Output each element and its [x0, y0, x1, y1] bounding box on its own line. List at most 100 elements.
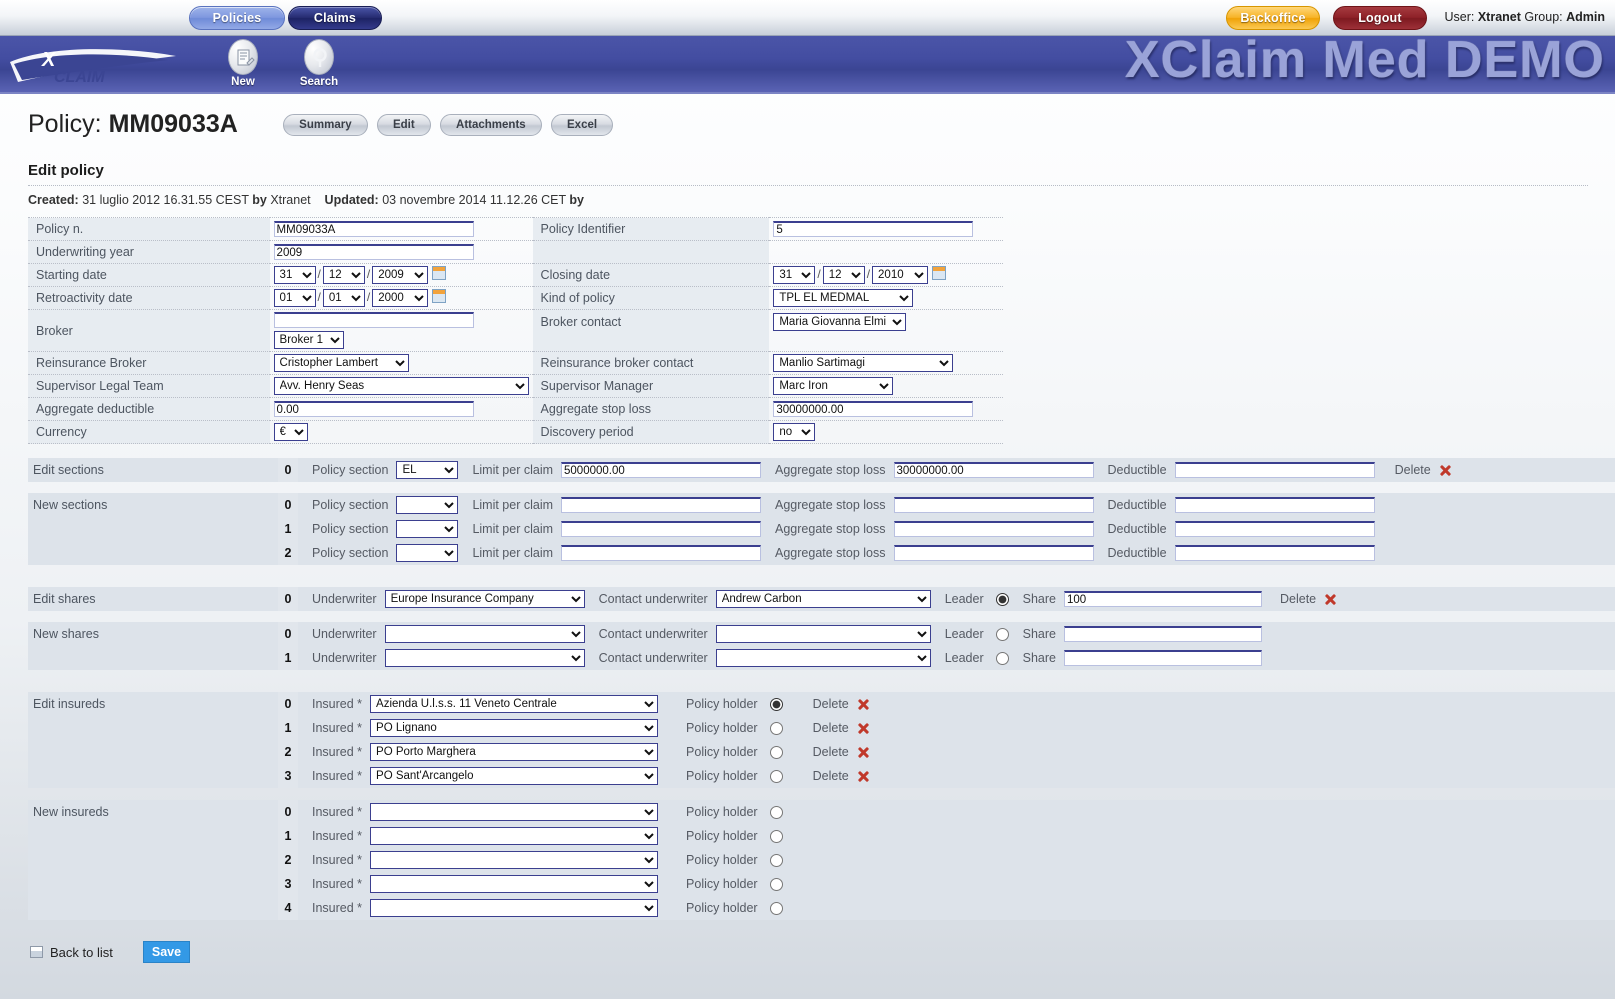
new-section-0-deductible[interactable] — [1174, 497, 1375, 513]
delete-icon[interactable] — [857, 698, 870, 711]
form-row-retroactivity-date: Retroactivity date 01/01/2000 Kind of po… — [28, 286, 1003, 310]
discovery-period-select[interactable]: no — [773, 423, 816, 441]
new-section-0-policy-section[interactable] — [396, 496, 459, 514]
starting-date-year[interactable]: 2009 — [372, 266, 429, 284]
edit-insured-3-holder-radio[interactable] — [769, 769, 783, 783]
delete-icon[interactable] — [1324, 593, 1337, 606]
delete-label[interactable]: Delete — [783, 697, 857, 711]
aggregate-stop-loss-input[interactable] — [773, 401, 974, 417]
tab-excel[interactable]: Excel — [551, 113, 614, 136]
edit-insured-0-holder-radio[interactable] — [769, 697, 783, 711]
delete-label[interactable]: Delete — [783, 745, 857, 759]
retroactivity-date-year[interactable]: 2000 — [372, 289, 429, 307]
starting-date-day[interactable]: 31 — [273, 266, 316, 284]
calendar-icon[interactable] — [432, 289, 447, 303]
closing-date-year[interactable]: 2010 — [872, 266, 929, 284]
policy-n-input[interactable] — [273, 221, 474, 237]
underwriting-year-input[interactable] — [273, 244, 474, 260]
edit-insured-1-holder-radio[interactable] — [769, 721, 783, 735]
new-insured-0-select[interactable] — [370, 803, 659, 821]
tab-policies[interactable]: Policies — [189, 6, 285, 30]
new-insured-0-holder-radio[interactable] — [769, 805, 783, 819]
new-section-2-policy-section[interactable] — [396, 544, 459, 562]
save-button[interactable]: Save — [142, 941, 191, 963]
edit-share-0-contact[interactable]: Andrew Carbon — [715, 590, 931, 608]
new-section-0-stoploss[interactable] — [893, 497, 1094, 513]
reinsurance-broker-contact-select[interactable]: Manlio Sartimagi — [773, 354, 954, 372]
broker-input[interactable] — [273, 312, 474, 328]
calendar-icon[interactable] — [432, 266, 447, 280]
new-insured-2-holder-radio[interactable] — [769, 853, 783, 867]
new-section-2-limit[interactable] — [561, 545, 762, 561]
label-insured: Insured * — [312, 697, 363, 711]
edit-insured-2-holder-radio[interactable] — [769, 745, 783, 759]
delete-icon[interactable] — [1439, 464, 1452, 477]
calendar-icon[interactable] — [932, 266, 947, 280]
new-section-1-deductible[interactable] — [1174, 521, 1375, 537]
reinsurance-broker-select[interactable]: Cristopher Lambert — [273, 354, 409, 372]
supervisor-manager-select[interactable]: Marc Iron — [773, 377, 894, 395]
backoffice-button[interactable]: Backoffice — [1226, 6, 1320, 30]
aggregate-deductible-input[interactable] — [273, 401, 474, 417]
delete-label[interactable]: Delete — [783, 721, 857, 735]
policy-identifier-input[interactable] — [773, 221, 974, 237]
delete-label[interactable]: Delete — [783, 769, 857, 783]
new-section-2-stoploss[interactable] — [893, 545, 1094, 561]
new-insured-3-holder-radio[interactable] — [769, 877, 783, 891]
new-section-2-deductible[interactable] — [1174, 545, 1375, 561]
edit-share-0-underwriter[interactable]: Europe Insurance Company — [384, 590, 585, 608]
closing-date-day[interactable]: 31 — [773, 266, 816, 284]
tab-claims[interactable]: Claims — [288, 6, 382, 30]
starting-date-month[interactable]: 12 — [322, 266, 365, 284]
delete-icon[interactable] — [857, 722, 870, 735]
tab-attachments[interactable]: Attachments — [440, 113, 542, 136]
retroactivity-date-month[interactable]: 01 — [322, 289, 365, 307]
label-share: Share — [1022, 627, 1056, 641]
new-insured-1-holder-radio[interactable] — [769, 829, 783, 843]
edit-section-0-limit[interactable] — [561, 462, 762, 478]
edit-insured-1-select[interactable]: PO Lignano — [370, 719, 659, 737]
edit-insured-0-select[interactable]: Azienda U.l.s.s. 11 Veneto Centrale — [370, 695, 659, 713]
new-section-0-limit[interactable] — [561, 497, 762, 513]
new-share-1-underwriter[interactable] — [384, 649, 585, 667]
new-share-1-share[interactable] — [1063, 650, 1262, 666]
tab-summary[interactable]: Summary — [283, 113, 368, 136]
logout-button[interactable]: Logout — [1333, 6, 1427, 30]
new-share-0-contact[interactable] — [715, 625, 931, 643]
new-share-1-contact[interactable] — [715, 649, 931, 667]
new-share-0-share[interactable] — [1063, 626, 1262, 642]
new-share-0-leader-radio[interactable] — [995, 627, 1009, 641]
supervisor-legal-team-select[interactable]: Avv. Henry Seas — [273, 377, 529, 395]
closing-date-month[interactable]: 12 — [822, 266, 865, 284]
back-to-list-link[interactable]: Back to list — [50, 945, 113, 960]
kind-of-policy-select[interactable]: TPL EL MEDMAL — [773, 289, 914, 307]
delete-label[interactable]: Delete — [1262, 592, 1324, 606]
new-insured-4-select[interactable] — [370, 899, 659, 917]
edit-section-0-deductible[interactable] — [1174, 462, 1375, 478]
new-section-1-policy-section[interactable] — [396, 520, 459, 538]
tab-edit[interactable]: Edit — [376, 113, 431, 136]
edit-share-0-share[interactable] — [1063, 591, 1262, 607]
new-insured-2-select[interactable] — [370, 851, 659, 869]
delete-icon[interactable] — [857, 746, 870, 759]
new-button[interactable]: New — [213, 39, 273, 88]
broker-contact-select[interactable]: Maria Giovanna Elmi — [773, 313, 907, 331]
new-share-1-leader-radio[interactable] — [995, 651, 1009, 665]
edit-insured-2-select[interactable]: PO Porto Marghera — [370, 743, 659, 761]
retroactivity-date-day[interactable]: 01 — [273, 289, 316, 307]
new-section-1-limit[interactable] — [561, 521, 762, 537]
currency-select[interactable]: € — [273, 423, 308, 441]
broker-select[interactable]: Broker 1 — [273, 331, 344, 349]
edit-section-0-stoploss[interactable] — [893, 462, 1094, 478]
new-section-1-stoploss[interactable] — [893, 521, 1094, 537]
new-insured-4-holder-radio[interactable] — [769, 901, 783, 915]
delete-label[interactable]: Delete — [1375, 463, 1439, 477]
edit-insured-3-select[interactable]: PO Sant'Arcangelo — [370, 767, 659, 785]
new-insured-1-select[interactable] — [370, 827, 659, 845]
new-insured-3-select[interactable] — [370, 875, 659, 893]
new-share-0-underwriter[interactable] — [384, 625, 585, 643]
search-button[interactable]: Search — [289, 39, 349, 88]
edit-share-0-leader-radio[interactable] — [995, 592, 1009, 606]
edit-section-0-policy-section[interactable]: EL — [396, 461, 459, 479]
delete-icon[interactable] — [857, 770, 870, 783]
